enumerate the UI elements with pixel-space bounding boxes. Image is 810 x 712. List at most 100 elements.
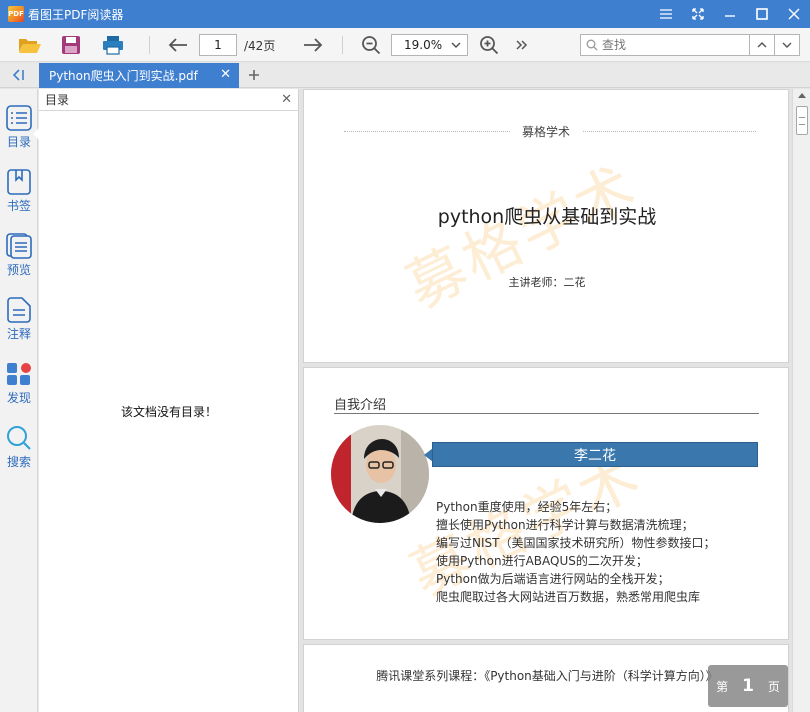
- chevron-up-icon: [757, 42, 767, 48]
- sidebar-item-toc[interactable]: 目录: [0, 105, 39, 163]
- fullscreen-button[interactable]: [682, 0, 714, 28]
- title-bar: PDF 看图王PDF阅读器: [0, 0, 810, 28]
- print-button[interactable]: [100, 33, 126, 57]
- app-logo-icon: PDF: [8, 6, 24, 22]
- sidebar-rail: 目录 书签 预览 注释 发现 搜索: [0, 89, 39, 712]
- pdf-page-2: 募格学术 自我介绍 李二花 Python重度使用，经验5年左右； 擅长使用Pyt…: [303, 367, 789, 640]
- portrait-image: [331, 425, 429, 523]
- more-tools-button[interactable]: [512, 35, 532, 55]
- save-icon: [62, 36, 80, 54]
- sidebar-item-annotations[interactable]: 注释: [0, 297, 38, 355]
- search-input[interactable]: [602, 38, 742, 52]
- section-heading: 自我介绍: [334, 398, 387, 413]
- zoom-in-icon: [480, 36, 499, 55]
- sidebar-item-search[interactable]: 搜索: [0, 425, 38, 483]
- scroll-up-arrow-icon[interactable]: [797, 91, 807, 99]
- zoom-value: 19.0%: [404, 38, 443, 52]
- arrow-left-icon: [168, 38, 187, 52]
- bio-line: 使用Python进行ABAQUS的二次开发；: [436, 554, 648, 568]
- bio-line: Python做为后端语言进行网站的全栈开发；: [436, 572, 670, 586]
- document-tab-bar: Python爬虫入门到实战.pdf ✕: [0, 63, 810, 88]
- minimize-icon: [725, 15, 735, 17]
- annotation-icon: [7, 297, 31, 323]
- new-tab-button[interactable]: [246, 66, 262, 84]
- sidebar-item-preview[interactable]: 预览: [0, 233, 38, 291]
- zoom-select[interactable]: 19.0%: [391, 34, 468, 56]
- bookmark-icon: [7, 169, 31, 195]
- maximize-button[interactable]: [746, 0, 778, 28]
- document-subtitle: 主讲老师：二花: [508, 276, 586, 289]
- toc-panel: 目录 ✕ 该文档没有目录！: [39, 89, 299, 712]
- search-previous-button[interactable]: [749, 34, 775, 56]
- maximize-icon: [756, 8, 768, 20]
- sidebar-item-label: 预览: [6, 263, 31, 277]
- sidebar-item-label: 注释: [6, 327, 31, 341]
- sidebar-item-label: 搜索: [6, 455, 31, 469]
- zoom-out-icon: [362, 36, 381, 55]
- close-window-button[interactable]: [778, 0, 810, 28]
- search-next-button[interactable]: [774, 34, 800, 56]
- toc-panel-header: 目录 ✕: [39, 89, 298, 111]
- toolbar-separator: [149, 36, 150, 54]
- folder-open-icon: [19, 39, 41, 53]
- scrollbar-thumb[interactable]: [796, 106, 808, 135]
- page-badge-suffix: 页: [767, 679, 780, 694]
- minimize-button[interactable]: [714, 0, 746, 28]
- document-viewer[interactable]: 募格学术 募格学术 python爬虫从基础到实战 主讲老师：二花 募格学术 自我…: [300, 89, 792, 712]
- page-number-input[interactable]: [199, 34, 237, 56]
- sidebar-item-discover[interactable]: 发现: [0, 361, 38, 419]
- toc-icon: [6, 105, 32, 131]
- menu-button[interactable]: [650, 0, 682, 28]
- preview-icon: [6, 233, 32, 259]
- brand-label: 募格学术: [510, 123, 583, 140]
- pdf-reader-window: PDF 看图王PDF阅读器 1 /42页 19.0% 查找 Python爬虫入门…: [0, 0, 810, 712]
- tab-label: Python爬虫入门到实战.pdf: [49, 69, 198, 83]
- expand-icon: [692, 8, 704, 20]
- page-total-label: /42页: [244, 39, 276, 53]
- search-icon: [586, 39, 598, 51]
- current-page-badge: 第 1 页: [708, 665, 788, 707]
- document-title: python爬虫从基础到实战: [437, 206, 657, 228]
- chevron-down-icon: [782, 42, 792, 48]
- sidebar-item-label: 书签: [6, 199, 31, 213]
- toc-panel-title: 目录: [45, 93, 70, 107]
- tab-close-icon[interactable]: ✕: [220, 68, 231, 82]
- plus-icon: [249, 70, 259, 80]
- page-badge-number: 1: [742, 676, 754, 696]
- avatar: [331, 425, 429, 523]
- zoom-out-button[interactable]: [359, 34, 383, 56]
- tab-document[interactable]: Python爬虫入门到实战.pdf ✕: [39, 63, 239, 88]
- save-button[interactable]: [58, 33, 84, 57]
- main-toolbar: /42页 19.0%: [0, 28, 810, 62]
- next-page-button[interactable]: [301, 34, 325, 56]
- open-file-button[interactable]: [17, 33, 43, 57]
- sidebar-item-bookmarks[interactable]: 书签: [0, 169, 38, 227]
- window-title: 看图王PDF阅读器: [28, 7, 124, 22]
- hamburger-menu-icon: [660, 9, 672, 19]
- toc-empty-message: 该文档没有目录！: [120, 405, 217, 419]
- arrow-right-icon: [304, 38, 323, 52]
- bio-list: Python重度使用，经验5年左右； 擅长使用Python进行科学计算与数据清洗…: [436, 498, 715, 606]
- search-field[interactable]: [580, 34, 750, 56]
- bio-line: Python重度使用，经验5年左右；: [436, 500, 618, 514]
- printer-icon: [103, 36, 123, 55]
- search-icon: [7, 426, 31, 450]
- chevron-down-icon: [451, 42, 461, 49]
- toc-close-icon[interactable]: ✕: [281, 92, 292, 107]
- section-rule: [334, 413, 759, 414]
- sidebar-item-label: 发现: [6, 391, 31, 405]
- previous-page-button[interactable]: [166, 34, 190, 56]
- zoom-in-button[interactable]: [477, 34, 501, 56]
- bio-line: 擅长使用Python进行科学计算与数据清洗梳理；: [436, 518, 694, 532]
- bio-line: 编写过NIST（美国国家技术研究所）物性参数接口；: [436, 536, 716, 550]
- speaker-name: 李二花: [432, 442, 758, 467]
- collapse-sidebar-button[interactable]: [10, 67, 28, 83]
- double-chevron-right-icon: [516, 40, 528, 50]
- sidebar-item-label: 目录: [6, 135, 31, 149]
- watermark: 募格学术: [395, 151, 649, 322]
- vertical-scrollbar[interactable]: [792, 89, 810, 712]
- close-icon: [788, 8, 800, 20]
- window-controls: [650, 0, 810, 28]
- collapse-left-icon: [12, 69, 24, 81]
- page-badge-prefix: 第: [716, 679, 729, 694]
